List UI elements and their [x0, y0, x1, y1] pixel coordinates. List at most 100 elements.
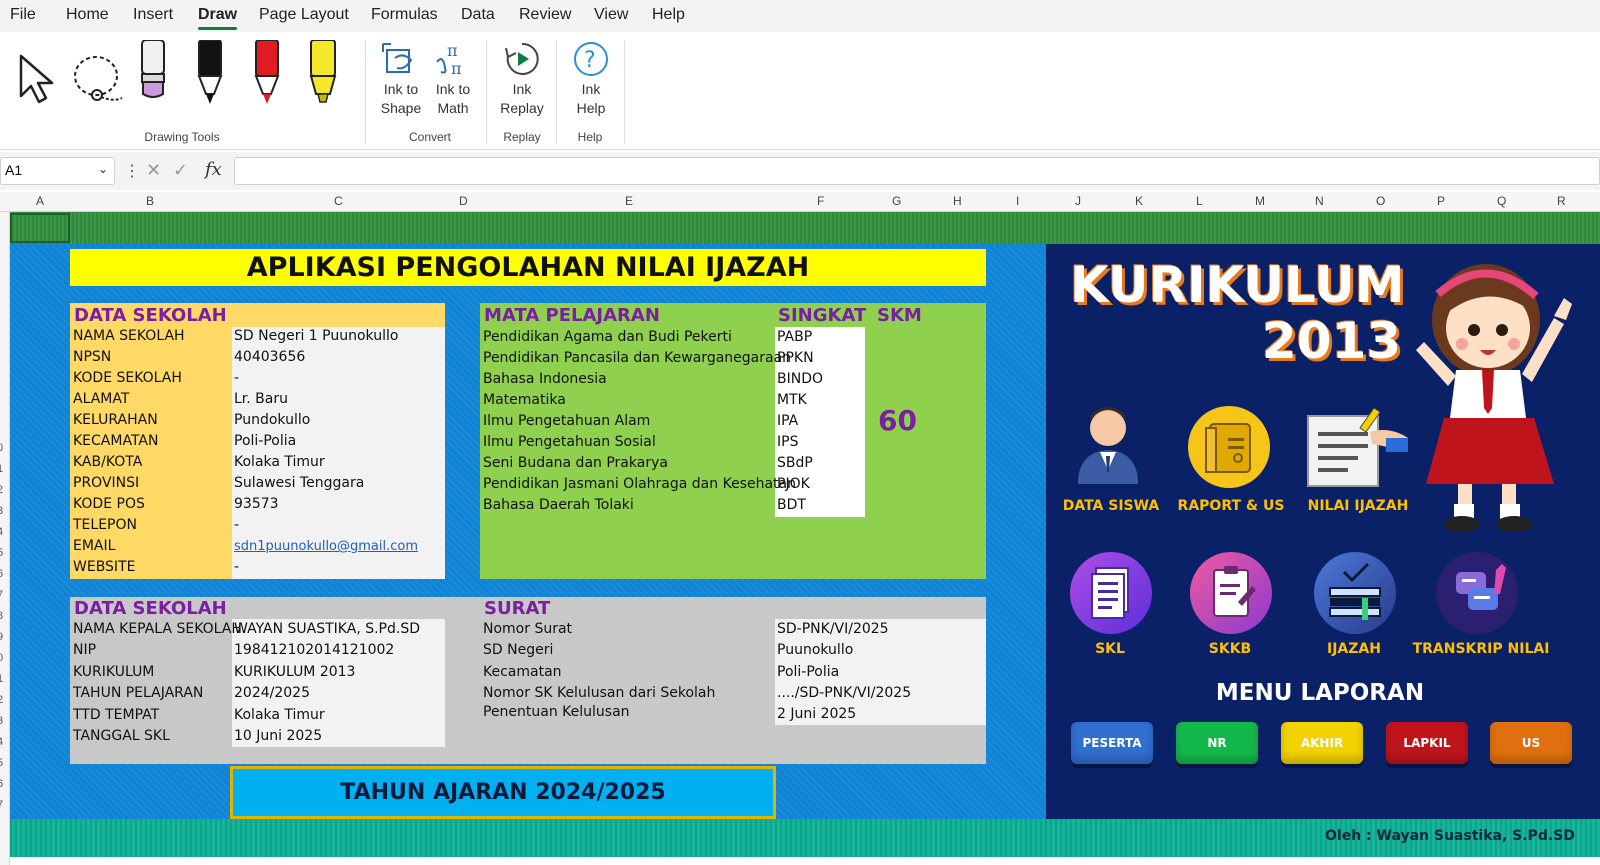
surat-value[interactable]: 2 Juni 2025 — [777, 704, 856, 725]
email-link[interactable]: sdn1puunokullo@gmail.com — [234, 536, 418, 557]
column-header[interactable]: I — [1016, 194, 1019, 208]
ds-value[interactable]: Sulawesi Tenggara — [234, 473, 364, 494]
subject-short[interactable]: PPKN — [777, 348, 814, 369]
nilai-ijazah-icon[interactable] — [1300, 402, 1410, 496]
row-header[interactable]: 1 — [0, 463, 3, 475]
column-header[interactable]: B — [146, 194, 154, 208]
column-header[interactable]: R — [1557, 194, 1566, 208]
ds-value[interactable]: Lr. Baru — [234, 389, 288, 410]
column-header[interactable]: G — [892, 194, 901, 208]
column-header[interactable]: M — [1255, 194, 1265, 208]
row-header[interactable]: 7 — [0, 589, 3, 601]
nilai-ijazah-label[interactable]: NILAI IJAZAH — [1294, 498, 1422, 514]
ds2-value[interactable]: WAYAN SUASTIKA, S.Pd.SD — [234, 619, 420, 640]
skkb-icon[interactable] — [1190, 552, 1272, 634]
highlighter-yellow-icon[interactable] — [308, 39, 338, 110]
row-header[interactable]: 3 — [0, 715, 3, 727]
menu-draw[interactable]: Draw — [198, 6, 238, 30]
lasso-select-icon[interactable] — [70, 52, 126, 112]
ink-to-math-icon[interactable]: ππ — [433, 40, 473, 82]
column-header[interactable]: F — [817, 194, 824, 208]
subject-short[interactable]: BINDO — [777, 369, 823, 390]
column-header[interactable]: H — [953, 194, 962, 208]
ds-value[interactable]: Pundokullo — [234, 410, 310, 431]
ink-replay-button[interactable]: Ink Replay — [495, 80, 549, 118]
row-header[interactable]: 0 — [0, 442, 3, 454]
skl-icon[interactable] — [1070, 552, 1152, 634]
ds-value[interactable]: Poli-Polia — [234, 431, 296, 452]
ijazah-label[interactable]: IJAZAH — [1304, 641, 1404, 657]
ink-replay-icon[interactable] — [503, 40, 541, 82]
ijazah-icon[interactable] — [1314, 552, 1396, 634]
transkrip-nilai-label[interactable]: TRANSKRIP NILAI — [1406, 641, 1556, 657]
row-header[interactable]: 9 — [0, 631, 3, 643]
menu-formulas[interactable]: Formulas — [371, 6, 438, 24]
column-header[interactable]: A — [36, 194, 44, 208]
ds2-value[interactable]: 198412102014121002 — [234, 640, 394, 661]
akhir-button[interactable]: AKHIR — [1281, 722, 1363, 764]
ink-to-shape-icon[interactable] — [381, 40, 417, 82]
column-header[interactable]: Q — [1497, 194, 1506, 208]
ink-to-shape-button[interactable]: Ink to Shape — [372, 80, 430, 118]
lapkil-button[interactable]: LAPKIL — [1386, 722, 1468, 764]
menu-review[interactable]: Review — [519, 6, 571, 24]
skm-value[interactable]: 60 — [878, 404, 917, 437]
column-header[interactable]: D — [459, 194, 468, 208]
formula-input[interactable] — [234, 157, 1600, 185]
function-icon[interactable]: fx — [205, 159, 222, 180]
ds-value[interactable]: Kolaka Timur — [234, 452, 325, 473]
help-icon[interactable]: ? — [572, 40, 610, 82]
ds2-value[interactable]: KURIKULUM 2013 — [234, 662, 355, 683]
column-header[interactable]: N — [1315, 194, 1324, 208]
row-header[interactable]: 1 — [0, 673, 3, 685]
ds-value[interactable]: 93573 — [234, 494, 279, 515]
ds-value[interactable]: - — [234, 557, 239, 578]
column-header[interactable]: K — [1135, 194, 1143, 208]
select-cursor-icon[interactable] — [16, 52, 56, 110]
menu-file[interactable]: File — [10, 6, 36, 24]
subject-short[interactable]: IPS — [777, 432, 798, 453]
ds-value[interactable]: SD Negeri 1 Puunokullo — [234, 326, 398, 347]
row-header[interactable]: 2 — [0, 694, 3, 706]
ds-value[interactable]: - — [234, 368, 239, 389]
column-header[interactable]: L — [1196, 194, 1203, 208]
skl-label[interactable]: SKL — [1060, 641, 1160, 657]
pen-lavender-icon[interactable] — [138, 39, 168, 108]
ink-help-button[interactable]: Ink Help — [565, 80, 617, 118]
subject-short[interactable]: PJOK — [777, 474, 810, 495]
row-header[interactable]: 7 — [0, 799, 3, 811]
cancel-icon[interactable]: ✕ — [146, 160, 161, 181]
column-header[interactable]: O — [1376, 194, 1385, 208]
surat-value[interactable]: SD-PNK/VI/2025 — [777, 619, 889, 640]
row-header[interactable]: 3 — [0, 505, 3, 517]
subject-short[interactable]: BDT — [777, 495, 806, 516]
ds-value[interactable]: 40403656 — [234, 347, 305, 368]
peserta-button[interactable]: PESERTA — [1071, 722, 1153, 764]
menu-page-layout[interactable]: Page Layout — [259, 6, 349, 24]
row-header[interactable]: 8 — [0, 610, 3, 622]
row-header[interactable]: 6 — [0, 778, 3, 790]
data-siswa-label[interactable]: DATA SISWA — [1056, 498, 1166, 514]
confirm-icon[interactable]: ✓ — [173, 160, 188, 181]
row-header[interactable]: 4 — [0, 526, 3, 538]
subject-short[interactable]: SBdP — [777, 453, 813, 474]
more-options-icon[interactable]: ⋮ — [124, 161, 140, 180]
ds2-value[interactable]: Kolaka Timur — [234, 705, 325, 726]
subject-short[interactable]: MTK — [777, 390, 807, 411]
nr-button[interactable]: NR — [1176, 722, 1258, 764]
menu-home[interactable]: Home — [66, 6, 109, 24]
transkrip-nilai-icon[interactable] — [1436, 552, 1518, 634]
raport-us-label[interactable]: RAPORT & US — [1168, 498, 1294, 514]
pen-red-icon[interactable] — [252, 39, 282, 110]
row-header[interactable]: 6 — [0, 568, 3, 580]
row-header[interactable]: 4 — [0, 736, 3, 748]
active-cell-a1[interactable] — [10, 213, 70, 243]
raport-us-icon[interactable] — [1188, 406, 1270, 488]
chevron-down-icon[interactable]: ⌄ — [98, 162, 108, 176]
ds2-value[interactable]: 2024/2025 — [234, 683, 310, 704]
menu-data[interactable]: Data — [461, 6, 495, 24]
row-header[interactable]: 0 — [0, 652, 3, 664]
ink-to-math-button[interactable]: Ink to Math — [425, 80, 481, 118]
column-header[interactable]: J — [1075, 194, 1081, 208]
data-siswa-icon[interactable] — [1066, 400, 1150, 484]
